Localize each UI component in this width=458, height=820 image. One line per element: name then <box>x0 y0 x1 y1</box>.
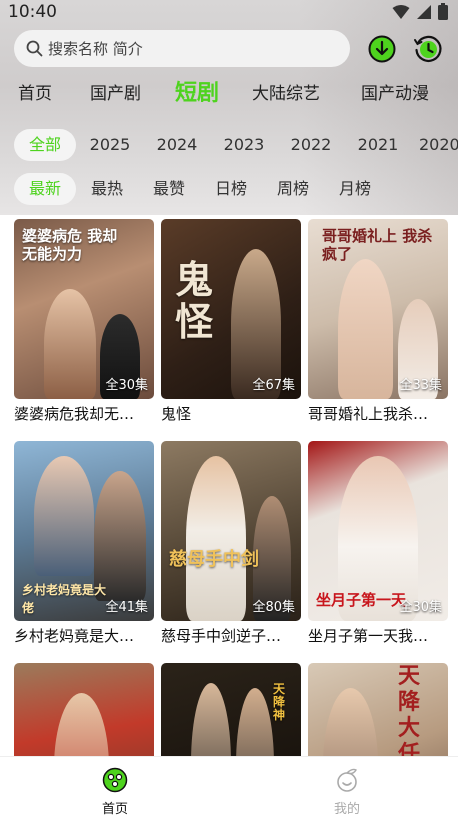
episode-count: 全67集 <box>252 378 295 393</box>
video-card[interactable]: 婆婆病危 我却无能为力 全30集 婆婆病危我却无… <box>14 219 154 425</box>
video-poster: 哥哥婚礼上 我杀疯了 全33集 <box>308 219 448 399</box>
video-poster: 乡村老妈竟是大佬 全41集 <box>14 441 154 621</box>
video-card[interactable]: 鬼怪 全67集 鬼怪 <box>161 219 301 425</box>
tab-anime[interactable]: 国产动漫 <box>361 76 429 112</box>
year-chip[interactable]: 2024 <box>149 129 205 161</box>
tab-variety[interactable]: 大陆综艺 <box>252 76 320 112</box>
status-time: 10:40 <box>8 2 57 22</box>
status-bar: 10:40 <box>0 0 458 24</box>
video-card[interactable]: 慈母手中剑 全80集 慈母手中剑逆子… <box>161 441 301 647</box>
tab-short-drama[interactable]: 短剧 <box>175 76 219 112</box>
sort-chip-latest[interactable]: 最新 <box>14 173 76 205</box>
episode-count: 全41集 <box>105 600 148 615</box>
tab-home[interactable]: 首页 <box>18 76 52 112</box>
nav-home-label: 首页 <box>101 802 128 817</box>
category-tabs: 首页 国产剧 短剧 大陆综艺 国产动漫 <box>0 76 458 112</box>
year-chip[interactable]: 2025 <box>82 129 138 161</box>
poster-art-text: 慈母手中剑 <box>169 549 259 570</box>
download-icon[interactable] <box>367 34 397 64</box>
sort-filter: 最新 最热 最赞 日榜 周榜 月榜 <box>0 173 458 205</box>
search-input[interactable] <box>48 39 308 58</box>
video-card[interactable]: 哥哥婚礼上 我杀疯了 全33集 哥哥婚礼上我杀… <box>308 219 448 425</box>
sort-chip[interactable]: 周榜 <box>270 173 316 205</box>
sort-chip[interactable]: 最赞 <box>146 173 192 205</box>
poster-art-text: 哥哥婚礼上 我杀疯了 <box>322 227 433 263</box>
video-title: 慈母手中剑逆子… <box>161 627 282 645</box>
video-poster: 鬼怪 全67集 <box>161 219 301 399</box>
episode-count: 全30集 <box>399 600 442 615</box>
video-title: 坐月子第一天我… <box>308 627 429 645</box>
search-bar[interactable] <box>14 30 350 67</box>
nav-profile-label: 我的 <box>333 802 360 817</box>
video-title: 婆婆病危我却无… <box>14 405 135 423</box>
video-title: 鬼怪 <box>161 405 192 423</box>
year-filter: 全部 2025 2024 2023 2022 2021 2020 <box>0 129 458 161</box>
poster-art-text: 鬼怪 <box>175 257 214 344</box>
nav-home[interactable]: 首页 <box>85 767 145 817</box>
year-chip[interactable]: 2022 <box>283 129 339 161</box>
poster-art-text: 乡村老妈竟是大佬 <box>22 583 107 615</box>
poster-art-text: 天降神 <box>273 682 286 722</box>
poster-art-text: 婆婆病危 我却无能为力 <box>22 227 118 263</box>
bottom-nav: 首页 我的 <box>0 756 458 820</box>
year-chip[interactable]: 2021 <box>350 129 406 161</box>
episode-count: 全30集 <box>105 378 148 393</box>
year-chip[interactable]: 2020 <box>419 129 458 161</box>
episode-count: 全80集 <box>252 600 295 615</box>
video-card[interactable]: 坐月子第一天 全30集 坐月子第一天我… <box>308 441 448 647</box>
year-chip-all[interactable]: 全部 <box>14 129 76 161</box>
episode-count: 全33集 <box>399 378 442 393</box>
video-poster: 婆婆病危 我却无能为力 全30集 <box>14 219 154 399</box>
home-icon <box>102 767 128 793</box>
battery-icon <box>438 3 448 20</box>
status-icons <box>392 3 448 20</box>
video-title: 哥哥婚礼上我杀… <box>308 405 429 423</box>
wifi-icon <box>392 4 410 19</box>
video-poster: 坐月子第一天 全30集 <box>308 441 448 621</box>
tab-domestic-drama[interactable]: 国产剧 <box>90 76 141 112</box>
video-title: 乡村老妈竟是大… <box>14 627 135 645</box>
search-icon <box>26 40 43 57</box>
sort-chip[interactable]: 最热 <box>84 173 130 205</box>
video-card[interactable]: 乡村老妈竟是大佬 全41集 乡村老妈竟是大… <box>14 441 154 647</box>
profile-icon <box>337 768 357 792</box>
year-chip[interactable]: 2023 <box>216 129 272 161</box>
nav-profile[interactable]: 我的 <box>317 767 377 817</box>
sort-chip[interactable]: 月榜 <box>332 173 378 205</box>
video-poster: 慈母手中剑 全80集 <box>161 441 301 621</box>
sort-chip[interactable]: 日榜 <box>208 173 254 205</box>
poster-art-text: 天降大任 <box>398 663 421 767</box>
history-icon[interactable] <box>413 34 443 64</box>
signal-icon <box>417 4 431 19</box>
